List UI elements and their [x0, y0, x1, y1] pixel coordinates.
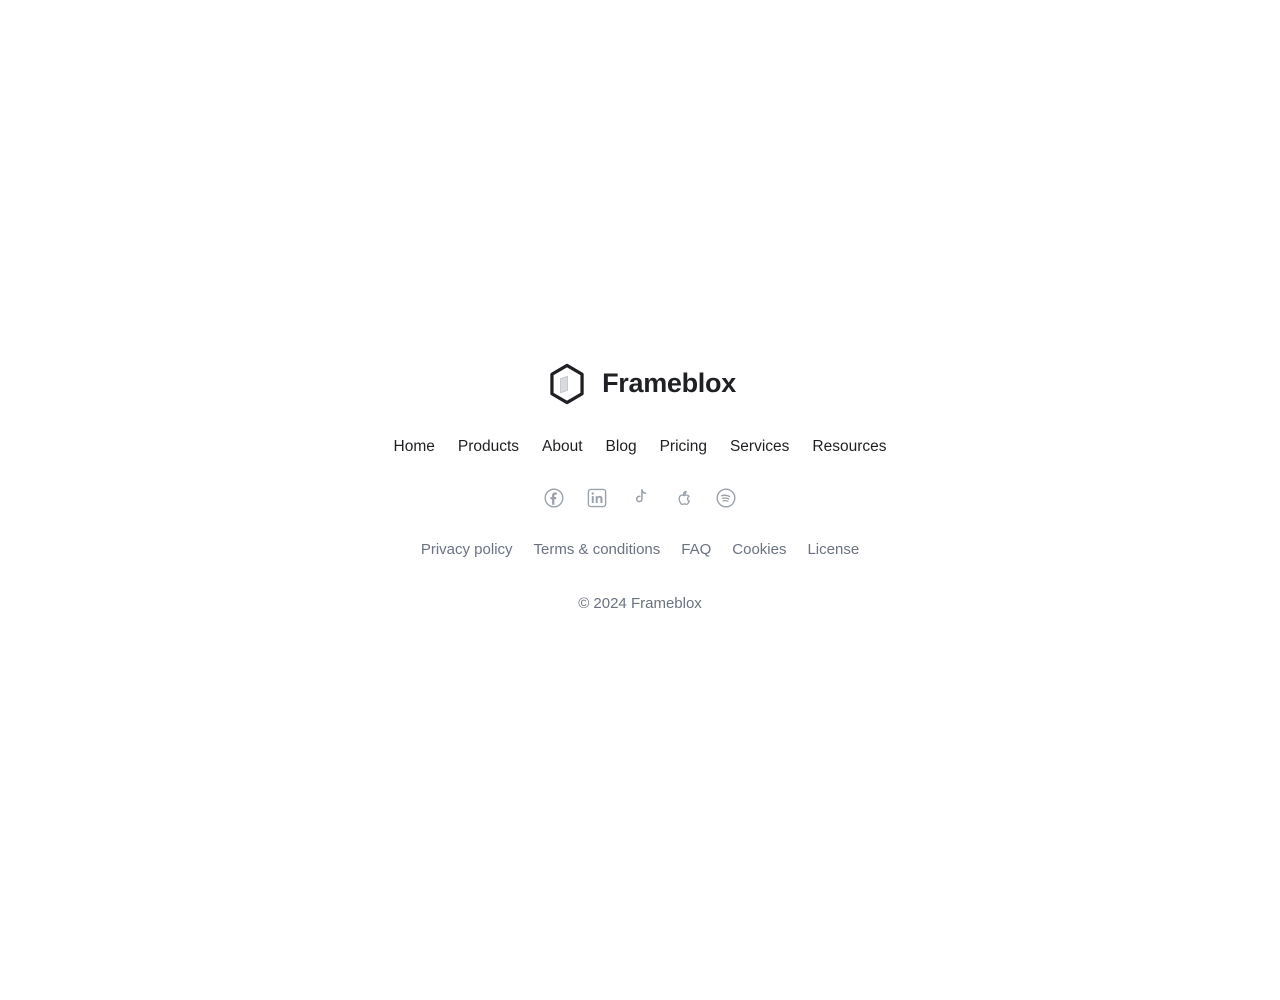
hexagon-cube-logo-icon [544, 361, 590, 407]
social-link-spotify[interactable] [715, 487, 737, 509]
legal-link-license[interactable]: License [807, 539, 859, 560]
brand-name: Frameblox [602, 368, 736, 399]
social-link-linkedin[interactable] [586, 487, 608, 509]
copyright-text: © 2024 Frameblox [578, 595, 702, 613]
legal-links: Privacy policy Terms & conditions FAQ Co… [421, 539, 859, 560]
social-link-facebook[interactable] [543, 487, 565, 509]
nav-link-blog[interactable]: Blog [606, 436, 637, 458]
spotify-icon [715, 487, 737, 509]
nav-link-about[interactable]: About [542, 436, 583, 458]
nav-link-home[interactable]: Home [394, 436, 435, 458]
nav-link-services[interactable]: Services [730, 436, 789, 458]
site-footer: Frameblox Home Products About Blog Prici… [0, 360, 1280, 615]
facebook-icon [543, 487, 565, 509]
tiktok-icon [629, 487, 651, 509]
page-root: Frameblox Home Products About Blog Prici… [0, 0, 1280, 1000]
footer-navigation: Home Products About Blog Pricing Service… [394, 436, 887, 458]
linkedin-icon [586, 487, 608, 509]
legal-link-privacy-policy[interactable]: Privacy policy [421, 539, 513, 560]
legal-link-faq[interactable]: FAQ [681, 539, 711, 560]
legal-link-terms-conditions[interactable]: Terms & conditions [534, 539, 661, 560]
apple-icon [672, 487, 694, 509]
brand-lockup[interactable]: Frameblox [544, 360, 736, 408]
nav-link-pricing[interactable]: Pricing [660, 436, 707, 458]
social-link-apple[interactable] [672, 487, 694, 509]
nav-link-products[interactable]: Products [458, 436, 519, 458]
social-link-tiktok[interactable] [629, 487, 651, 509]
social-links [543, 487, 737, 509]
nav-link-resources[interactable]: Resources [812, 436, 886, 458]
legal-link-cookies[interactable]: Cookies [732, 539, 786, 560]
